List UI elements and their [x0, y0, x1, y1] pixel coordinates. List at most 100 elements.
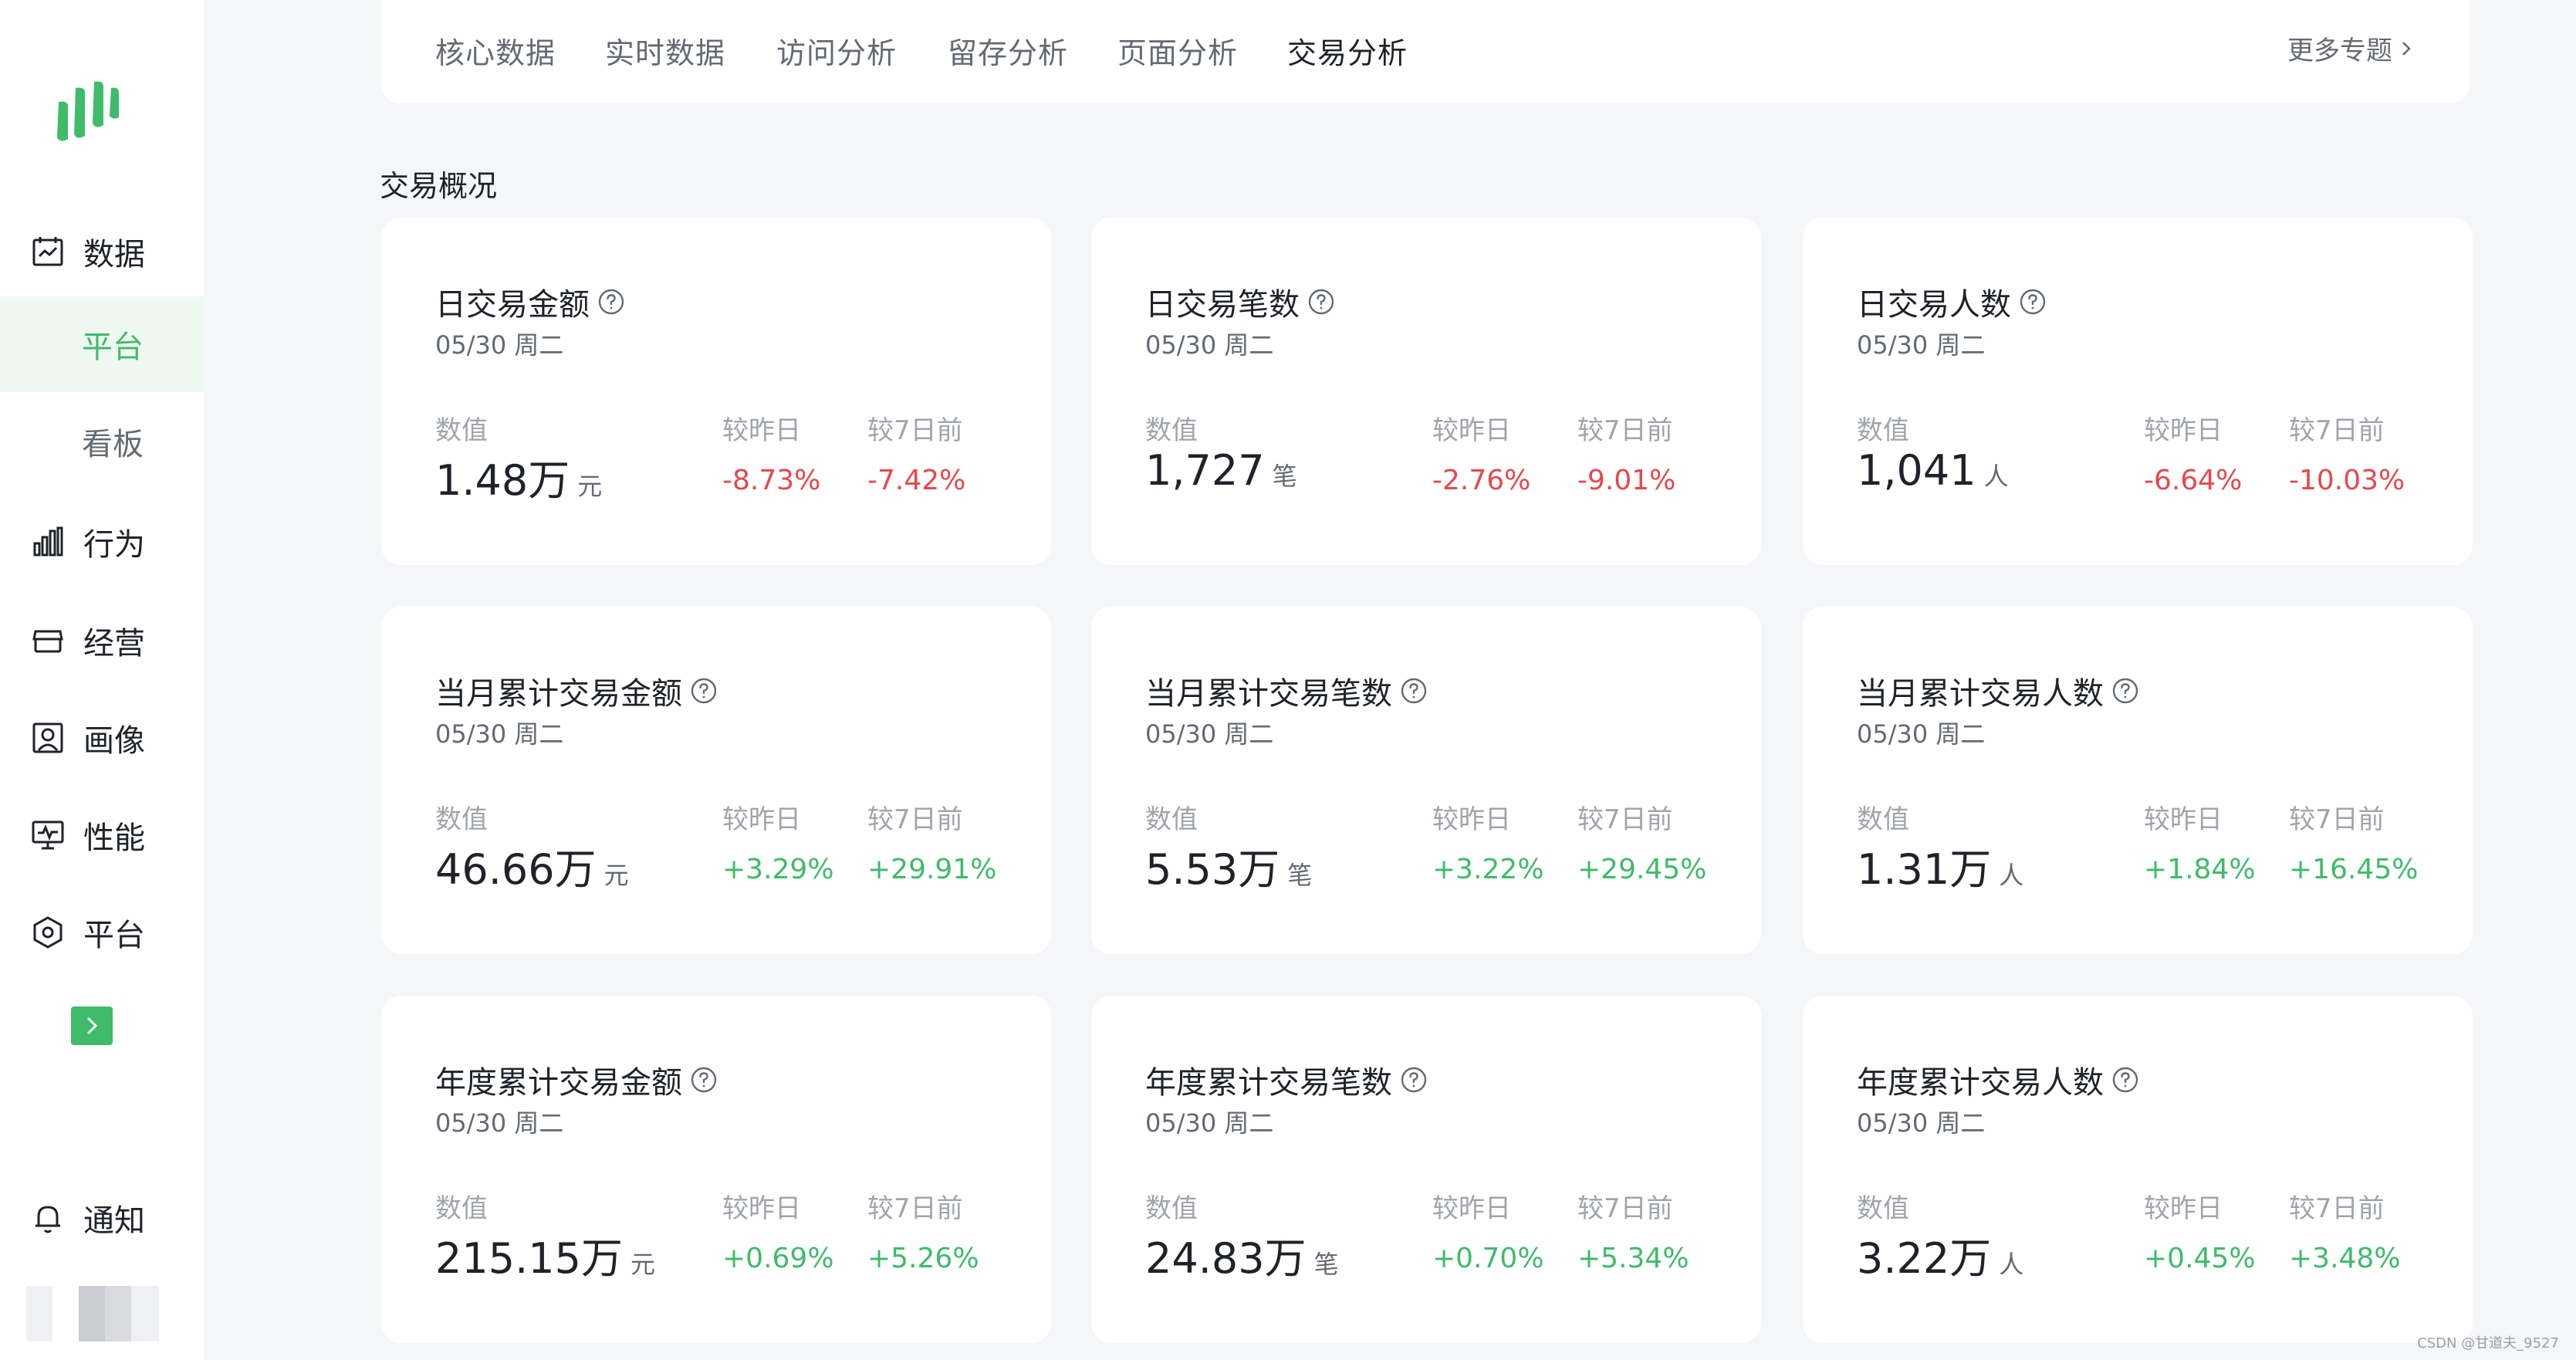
vs-7days-change: +16.45% — [2289, 854, 2419, 885]
vs-yesterday-label: 较昨日 — [1432, 1193, 1511, 1224]
sidebar-item-label: 行为 — [83, 527, 145, 563]
sidebar-item-data[interactable]: 数据 — [0, 204, 204, 299]
vs-yesterday-label: 较昨日 — [1432, 804, 1511, 835]
vs-yesterday-label: 较昨日 — [722, 1193, 801, 1224]
vs-7days-change: +5.26% — [867, 1243, 979, 1274]
help-icon[interactable] — [1307, 288, 1335, 316]
sidebar-item-label: 经营 — [83, 626, 145, 661]
help-icon[interactable] — [597, 288, 625, 316]
help-icon[interactable] — [690, 1066, 718, 1094]
metric-unit: 笔 — [1313, 1250, 1339, 1279]
tab-core-data[interactable]: 核心数据 — [435, 29, 556, 72]
vs-yesterday-label: 较昨日 — [722, 415, 801, 446]
notifications-label: 通知 — [83, 1203, 145, 1239]
vs-7days-label: 较7日前 — [1577, 1193, 1673, 1224]
metric-value: 1.31万人 — [1857, 835, 2023, 896]
sidebar-item-business[interactable]: 经营 — [0, 593, 204, 688]
vs-7days-label: 较7日前 — [1577, 804, 1673, 835]
vs-yesterday-label: 较昨日 — [2144, 804, 2223, 835]
tab-realtime-data[interactable]: 实时数据 — [605, 29, 725, 72]
topic-tabbar: 核心数据 实时数据 访问分析 留存分析 页面分析 交易分析 更多专题 — [381, 0, 2470, 103]
value-label: 数值 — [435, 804, 488, 835]
metric-title-text: 日交易笔数 — [1145, 287, 1300, 323]
metric-title: 年度累计交易人数 — [1857, 1057, 2139, 1102]
bar-chart-icon — [29, 523, 66, 560]
sidebar-item-notifications[interactable]: 通知 — [0, 1170, 204, 1266]
metric-unit: 元 — [577, 472, 603, 501]
metric-value: 1,041 人 — [1857, 446, 2009, 495]
vs-yesterday-change: -2.76% — [1432, 465, 1531, 496]
vs-yesterday-change: +1.84% — [2144, 854, 2256, 885]
hexagon-icon — [29, 914, 66, 951]
help-icon[interactable] — [2111, 677, 2139, 705]
sidebar-item-platform-board[interactable]: 平台 — [0, 296, 204, 392]
metric-card: 当月累计交易人数 05/30 周二 数值 较昨日 较7日前 1.31万人 +1.84% +16… — [1803, 607, 2473, 954]
expand-sidebar-button[interactable] — [71, 1006, 113, 1045]
metric-card: 日交易人数 05/30 周二 数值 较昨日 较7日前 1,041 人 -6.64% -10.03… — [1803, 218, 2473, 565]
metric-card: 当月累计交易金额 05/30 周二 数值 较昨日 较7日前 46.66万元 +3.29% +2… — [381, 607, 1051, 954]
sidebar: 数据 平台 看板 行为 经营 画像 性能 平台 通知 — [0, 0, 204, 1360]
metric-title: 当月累计交易人数 — [1857, 668, 2139, 713]
calendar-chart-icon — [29, 233, 66, 270]
app-root: 数据 平台 看板 行为 经营 画像 性能 平台 通知 核心数据 实时数据 访问分… — [0, 0, 2576, 1360]
vs-7days-label: 较7日前 — [2289, 1193, 2385, 1224]
metric-value-number: 3.22万 — [1857, 1234, 1992, 1283]
monitor-icon — [29, 817, 66, 854]
sidebar-item-label: 性能 — [83, 820, 145, 856]
value-label: 数值 — [435, 415, 488, 446]
value-label: 数值 — [435, 1193, 488, 1224]
sidebar-item-platform[interactable]: 平台 — [0, 885, 204, 980]
help-icon[interactable] — [1400, 1066, 1428, 1094]
vs-yesterday-change: -8.73% — [722, 465, 821, 496]
metric-value: 24.83万笔 — [1145, 1224, 1339, 1285]
sidebar-item-behavior[interactable]: 行为 — [0, 494, 204, 590]
vs-7days-label: 较7日前 — [2289, 804, 2385, 835]
vs-yesterday-change: +0.70% — [1432, 1243, 1544, 1274]
sidebar-item-portrait[interactable]: 画像 — [0, 690, 204, 786]
metric-unit: 人 — [1983, 462, 2009, 491]
help-icon[interactable] — [690, 677, 718, 705]
metric-value-number: 1.48万 — [435, 456, 570, 505]
metric-date: 05/30 周二 — [1145, 719, 1274, 749]
metric-card: 当月累计交易笔数 05/30 周二 数值 较昨日 较7日前 5.53万笔 +3.22% +29… — [1091, 607, 1761, 954]
metric-value-number: 5.53万 — [1145, 845, 1280, 894]
more-topics-label: 更多专题 — [2287, 36, 2392, 66]
tab-page-analysis[interactable]: 页面分析 — [1117, 29, 1238, 72]
metric-value-number: 215.15万 — [435, 1234, 623, 1283]
metric-title-text: 年度累计交易人数 — [1857, 1065, 2104, 1101]
metric-card: 日交易金额 05/30 周二 数值 较昨日 较7日前 1.48万元 -8.73% -7.42% — [381, 218, 1051, 565]
sidebar-item-label: 平台 — [83, 918, 145, 953]
sidebar-item-performance[interactable]: 性能 — [0, 787, 204, 883]
help-icon[interactable] — [2111, 1066, 2139, 1094]
metric-title-text: 当月累计交易人数 — [1857, 676, 2104, 712]
sidebar-item-label: 数据 — [83, 237, 145, 272]
vs-yesterday-label: 较昨日 — [722, 804, 801, 835]
help-icon[interactable] — [2019, 288, 2047, 316]
portrait-icon — [29, 719, 66, 756]
avatar[interactable] — [26, 1286, 159, 1341]
help-icon[interactable] — [1400, 677, 1428, 705]
vs-yesterday-change: +3.29% — [722, 854, 834, 885]
vs-7days-change: -9.01% — [1577, 465, 1676, 496]
vs-7days-change: -7.42% — [867, 465, 966, 496]
vs-yesterday-label: 较昨日 — [1432, 415, 1511, 446]
metric-value: 3.22万人 — [1857, 1224, 2023, 1285]
vs-7days-change: +29.45% — [1577, 854, 1707, 885]
value-label: 数值 — [1145, 1193, 1198, 1224]
sidebar-item-dashboard[interactable]: 看板 — [0, 394, 204, 489]
metric-card: 年度累计交易金额 05/30 周二 数值 较昨日 较7日前 215.15万元 +0.69% +… — [381, 996, 1051, 1343]
metric-value: 46.66万元 — [435, 835, 629, 896]
sidebar-item-label: 看板 — [82, 427, 144, 462]
more-topics-link[interactable]: 更多专题 — [2287, 29, 2412, 67]
vs-7days-label: 较7日前 — [867, 415, 963, 446]
tab-visit-analysis[interactable]: 访问分析 — [776, 29, 897, 72]
vs-yesterday-label: 较昨日 — [2144, 1193, 2223, 1224]
value-label: 数值 — [1145, 804, 1198, 835]
metric-value-number: 1.31万 — [1857, 845, 1992, 894]
value-label: 数值 — [1857, 415, 1909, 446]
tab-retention-analysis[interactable]: 留存分析 — [948, 29, 1068, 72]
vs-7days-change: +29.91% — [867, 854, 997, 885]
bell-icon — [29, 1199, 66, 1237]
metric-value: 215.15万元 — [435, 1224, 655, 1285]
tab-transaction-analysis[interactable]: 交易分析 — [1287, 29, 1408, 72]
